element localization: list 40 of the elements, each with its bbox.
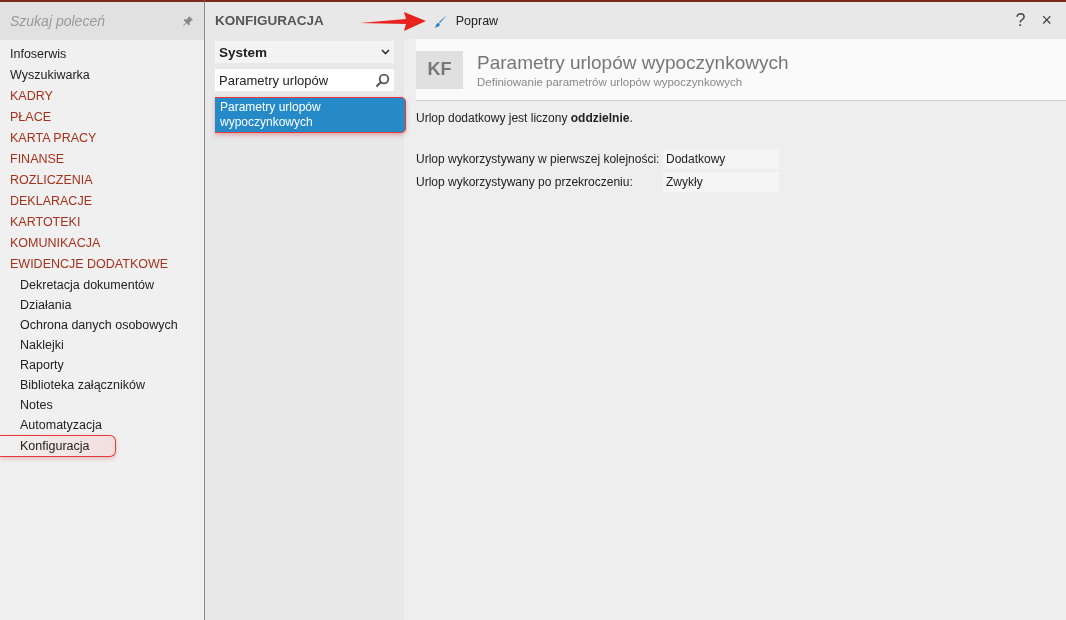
menu-item[interactable]: EWIDENCJE DODATKOWE	[0, 254, 204, 275]
menu-item[interactable]: PŁACE	[0, 107, 204, 128]
menu-item[interactable]: Ochrona danych osobowych	[0, 315, 204, 335]
search-field[interactable]: Szukaj poleceń	[0, 2, 204, 40]
menu-item[interactable]: Konfiguracja	[0, 435, 116, 457]
field-label: Urlop wykorzystywany w pierwszej kolejności:	[416, 151, 661, 166]
menu-item[interactable]: ROZLICZENIA	[0, 170, 204, 191]
help-button[interactable]: ?	[1013, 10, 1028, 31]
menu-item[interactable]: DEKLARACJE	[0, 191, 204, 212]
list-item[interactable]: Parametry urlopów wypoczynkowych	[215, 97, 406, 133]
menu-item[interactable]: FINANSE	[0, 149, 204, 170]
page-subtitle: Definiowanie parametrów urlopów wypoczynkowych	[477, 75, 744, 88]
menu-item[interactable]: Infoserwis	[0, 44, 204, 65]
menu-item[interactable]: Dekretacja dokumentów	[0, 275, 204, 295]
chevron-down-icon	[381, 49, 390, 55]
menu-item[interactable]: KARTA PRACY	[0, 128, 204, 149]
brush-icon	[433, 13, 448, 28]
module-badge: KF	[416, 50, 463, 89]
menu-item[interactable]: KOMUNIKACJA	[0, 233, 204, 254]
menu-item[interactable]: Działania	[0, 295, 204, 315]
menu-item[interactable]: Notes	[0, 395, 204, 415]
edit-button[interactable]: Popraw	[431, 9, 501, 32]
section-title: KONFIGURACJA	[215, 13, 324, 28]
menu-item[interactable]: Naklejki	[0, 335, 204, 355]
search-icon[interactable]	[375, 72, 390, 88]
pin-icon[interactable]	[182, 15, 194, 27]
category-dropdown[interactable]: System	[215, 41, 394, 63]
field-label: Urlop wykorzystywany po przekroczeniu:	[416, 174, 634, 189]
menu-item[interactable]: Raporty	[0, 355, 204, 375]
field-value: Zwykły	[663, 171, 779, 192]
info-text: Urlop dodatkowy jest liczony oddzielnie.	[416, 111, 634, 125]
field-value: Dodatkowy	[663, 148, 779, 169]
close-button[interactable]: ×	[1039, 10, 1054, 31]
menu-item[interactable]: KARTOTEKI	[0, 212, 204, 233]
page-title: Parametry urlopów wypoczynkowych	[477, 51, 789, 74]
menu-item[interactable]: Automatyzacja	[0, 415, 204, 435]
menu-item[interactable]: Wyszukiwarka	[0, 65, 204, 86]
menu-item[interactable]: KADRY	[0, 86, 204, 107]
menu-item[interactable]: Biblioteka załączników	[0, 375, 204, 395]
filter-field[interactable]: Parametry urlopów	[215, 69, 394, 91]
